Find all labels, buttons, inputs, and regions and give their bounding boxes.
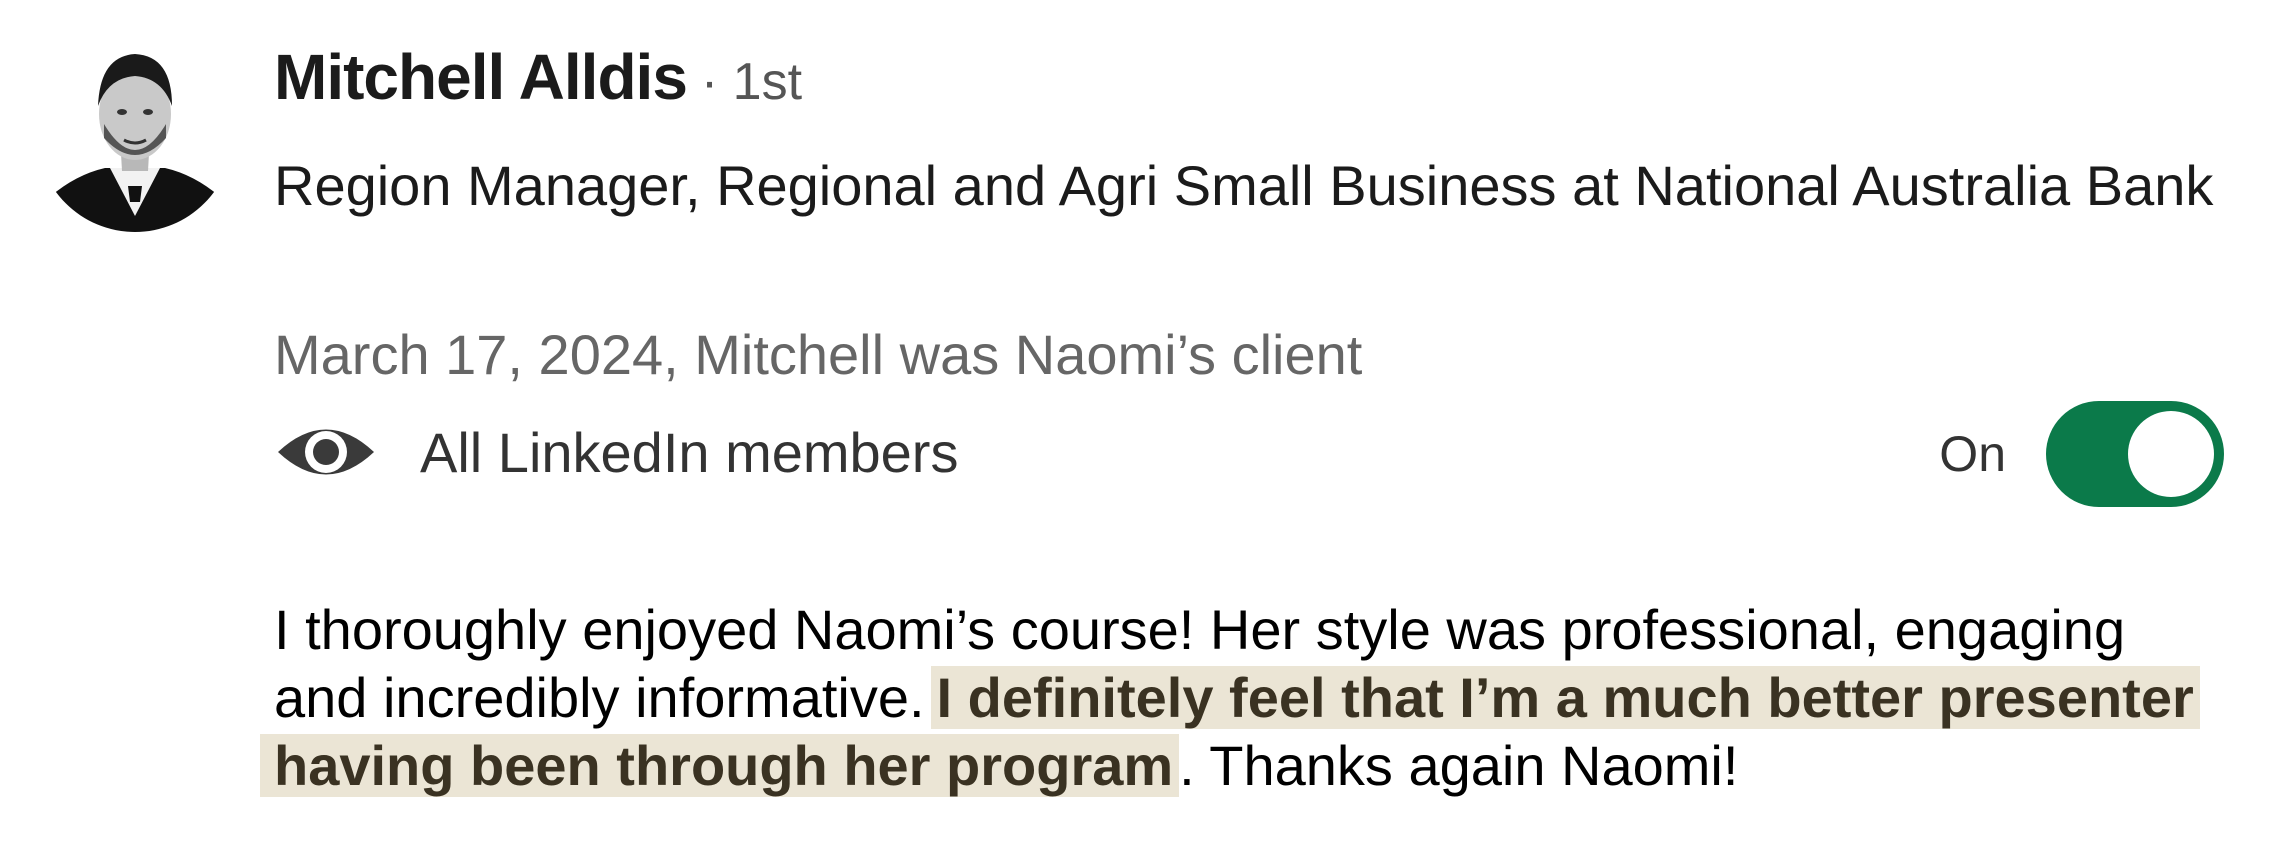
- recommendation-line: having been through her program. Thanks …: [260, 732, 2264, 800]
- profile-name[interactable]: Mitchell Alldis: [274, 40, 688, 114]
- recommendation-text-segment: and incredibly informative.: [274, 666, 925, 729]
- toggle-knob: [2128, 411, 2214, 497]
- highlighted-text: having been through her program: [260, 734, 1180, 797]
- highlighted-text: I definitely feel that I’m a much better…: [930, 666, 2200, 729]
- visibility-row: All LinkedIn members: [274, 412, 958, 492]
- recommendation-text: I thoroughly enjoyed Naomi’s course! Her…: [260, 596, 2264, 800]
- visibility-label: All LinkedIn members: [420, 420, 959, 484]
- recommendation-line: and incredibly informative. I definitely …: [274, 664, 2264, 732]
- toggle-state-label: On: [1939, 426, 2006, 482]
- avatar: [50, 36, 220, 232]
- visibility-toggle-group: On: [1939, 398, 2224, 510]
- name-row: Mitchell Alldis · 1st: [274, 40, 802, 120]
- recommendation-line: I thoroughly enjoyed Naomi’s course! Her…: [274, 596, 2264, 664]
- connection-degree: · 1st: [700, 53, 803, 111]
- recommendation-text-segment: I thoroughly enjoyed Naomi’s course! Her…: [274, 598, 2126, 661]
- profile-headline: Region Manager, Regional and Agri Small …: [274, 154, 2214, 217]
- recommendation-meta: March 17, 2024, Mitchell was Naomi’s cli…: [274, 323, 1363, 386]
- visibility-toggle[interactable]: [2046, 401, 2224, 507]
- recommendation-text-segment: . Thanks again Naomi!: [1179, 734, 1739, 797]
- eye-icon: [278, 429, 374, 475]
